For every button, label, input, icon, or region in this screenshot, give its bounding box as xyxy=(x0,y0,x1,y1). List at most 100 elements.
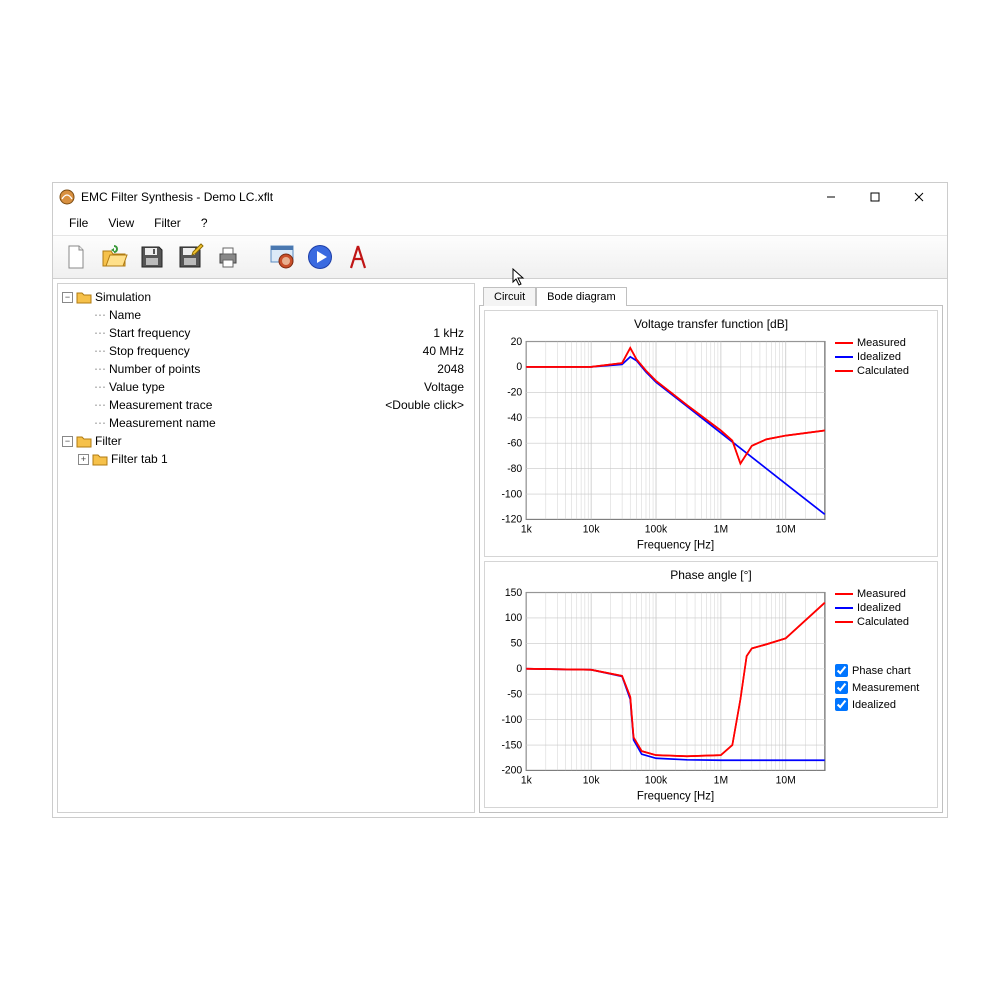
close-button[interactable] xyxy=(897,183,941,211)
tab-circuit[interactable]: Circuit xyxy=(483,287,536,306)
prop-name-label[interactable]: Name xyxy=(109,308,279,322)
svg-text:10M: 10M xyxy=(776,774,796,786)
svg-text:50: 50 xyxy=(511,637,523,649)
svg-text:-100: -100 xyxy=(501,488,522,500)
swatch-calculated xyxy=(835,621,853,623)
prop-meas-name-label[interactable]: Measurement name xyxy=(109,416,279,430)
prop-start-freq-value[interactable]: 1 kHz xyxy=(279,326,470,340)
collapse-icon[interactable]: − xyxy=(62,292,73,303)
folder-icon xyxy=(76,290,92,304)
prop-value-type-label[interactable]: Value type xyxy=(109,380,279,394)
tab-content: Voltage transfer function [dB] -120 -100 -… xyxy=(479,305,943,813)
svg-text:-100: -100 xyxy=(501,714,522,726)
legend-magnitude: Measured Idealized Calculated xyxy=(831,335,933,552)
swatch-measured xyxy=(835,593,853,595)
svg-text:100k: 100k xyxy=(645,523,668,535)
legend-idealized: Idealized xyxy=(857,351,901,363)
menu-filter[interactable]: Filter xyxy=(144,213,191,233)
magnitude-plot[interactable]: -120-100-80-60-40-200201k10k100k1M10MFre… xyxy=(489,335,831,552)
svg-text:1M: 1M xyxy=(714,774,728,786)
legend-measured: Measured xyxy=(857,337,906,349)
tree-node-simulation[interactable]: Simulation xyxy=(95,290,265,304)
svg-text:100: 100 xyxy=(505,612,522,624)
swatch-idealized xyxy=(835,607,853,609)
window-title: EMC Filter Synthesis - Demo LC.xflt xyxy=(81,190,809,204)
prop-start-freq-label[interactable]: Start frequency xyxy=(109,326,279,340)
svg-text:-200: -200 xyxy=(501,765,522,777)
folder-icon xyxy=(92,452,108,466)
menu-bar: File View Filter ? xyxy=(53,211,947,235)
chart-title: Voltage transfer function [dB] xyxy=(489,317,933,331)
settings-button[interactable] xyxy=(265,240,299,274)
right-panel: Circuit Bode diagram Voltage transfer fu… xyxy=(479,283,943,813)
menu-help[interactable]: ? xyxy=(191,213,218,233)
property-tree[interactable]: − Simulation ⋯Name ⋯Start frequency1 kHz… xyxy=(57,283,475,813)
tree-node-filter[interactable]: Filter xyxy=(95,434,265,448)
svg-text:-60: -60 xyxy=(507,437,522,449)
measure-button[interactable] xyxy=(341,240,375,274)
svg-text:Frequency [Hz]: Frequency [Hz] xyxy=(637,790,714,803)
expand-icon[interactable]: + xyxy=(78,454,89,465)
title-bar: EMC Filter Synthesis - Demo LC.xflt xyxy=(53,183,947,211)
folder-icon xyxy=(76,434,92,448)
checkbox-phase-chart[interactable]: Phase chart xyxy=(835,664,929,677)
svg-text:Frequency [Hz]: Frequency [Hz] xyxy=(637,539,714,552)
app-window: EMC Filter Synthesis - Demo LC.xflt File… xyxy=(52,182,948,818)
svg-text:-120: -120 xyxy=(501,514,522,526)
prop-meas-trace-value[interactable]: <Double click> xyxy=(279,398,470,412)
tree-connector-icon: ⋯ xyxy=(92,362,109,376)
svg-text:-150: -150 xyxy=(501,739,522,751)
svg-text:-80: -80 xyxy=(507,463,522,475)
prop-meas-trace-label[interactable]: Measurement trace xyxy=(109,398,279,412)
svg-text:1k: 1k xyxy=(521,523,533,535)
tab-bode-diagram[interactable]: Bode diagram xyxy=(536,287,627,306)
save-button[interactable] xyxy=(135,240,169,274)
svg-text:100k: 100k xyxy=(645,774,668,786)
legend-phase: Measured Idealized Calculated Phase char… xyxy=(831,586,933,803)
prop-stop-freq-value[interactable]: 40 MHz xyxy=(279,344,470,358)
svg-text:-50: -50 xyxy=(507,688,522,700)
svg-text:1k: 1k xyxy=(521,774,533,786)
minimize-button[interactable] xyxy=(809,183,853,211)
save-as-button[interactable] xyxy=(173,240,207,274)
svg-text:-40: -40 xyxy=(507,412,522,424)
run-button[interactable] xyxy=(303,240,337,274)
chart-phase: Phase angle [°] -200-150-100-50050100150… xyxy=(484,561,938,808)
checkbox-measurement[interactable]: Measurement xyxy=(835,681,929,694)
toolbar xyxy=(53,235,947,279)
tree-connector-icon: ⋯ xyxy=(92,416,109,430)
print-button[interactable] xyxy=(211,240,245,274)
collapse-icon[interactable]: − xyxy=(62,436,73,447)
app-icon xyxy=(59,189,75,205)
swatch-calculated xyxy=(835,370,853,372)
svg-text:-20: -20 xyxy=(507,386,522,398)
menu-view[interactable]: View xyxy=(98,213,144,233)
legend-measured: Measured xyxy=(857,588,906,600)
maximize-button[interactable] xyxy=(853,183,897,211)
tree-node-filter-tab-1[interactable]: Filter tab 1 xyxy=(111,452,281,466)
legend-idealized: Idealized xyxy=(857,602,901,614)
tree-connector-icon: ⋯ xyxy=(92,398,109,412)
svg-text:10M: 10M xyxy=(776,523,796,535)
chart-magnitude: Voltage transfer function [dB] -120 -100 -… xyxy=(484,310,938,557)
phase-plot[interactable]: -200-150-100-500501001501k10k100k1M10MFr… xyxy=(489,586,831,803)
open-file-button[interactable] xyxy=(97,240,131,274)
svg-text:10k: 10k xyxy=(583,774,600,786)
tree-connector-icon: ⋯ xyxy=(92,326,109,340)
checkbox-idealized[interactable]: Idealized xyxy=(835,698,929,711)
prop-value-type-value[interactable]: Voltage xyxy=(279,380,470,394)
swatch-idealized xyxy=(835,356,853,358)
svg-text:0: 0 xyxy=(516,663,522,675)
prop-stop-freq-label[interactable]: Stop frequency xyxy=(109,344,279,358)
prop-num-points-value[interactable]: 2048 xyxy=(279,362,470,376)
prop-num-points-label[interactable]: Number of points xyxy=(109,362,279,376)
svg-text:1M: 1M xyxy=(714,523,728,535)
tree-connector-icon: ⋯ xyxy=(92,344,109,358)
legend-calculated: Calculated xyxy=(857,616,909,628)
tree-connector-icon: ⋯ xyxy=(92,308,109,322)
tab-strip: Circuit Bode diagram xyxy=(479,283,943,305)
tree-connector-icon: ⋯ xyxy=(92,380,109,394)
new-file-button[interactable] xyxy=(59,240,93,274)
main-area: − Simulation ⋯Name ⋯Start frequency1 kHz… xyxy=(53,279,947,817)
menu-file[interactable]: File xyxy=(59,213,98,233)
